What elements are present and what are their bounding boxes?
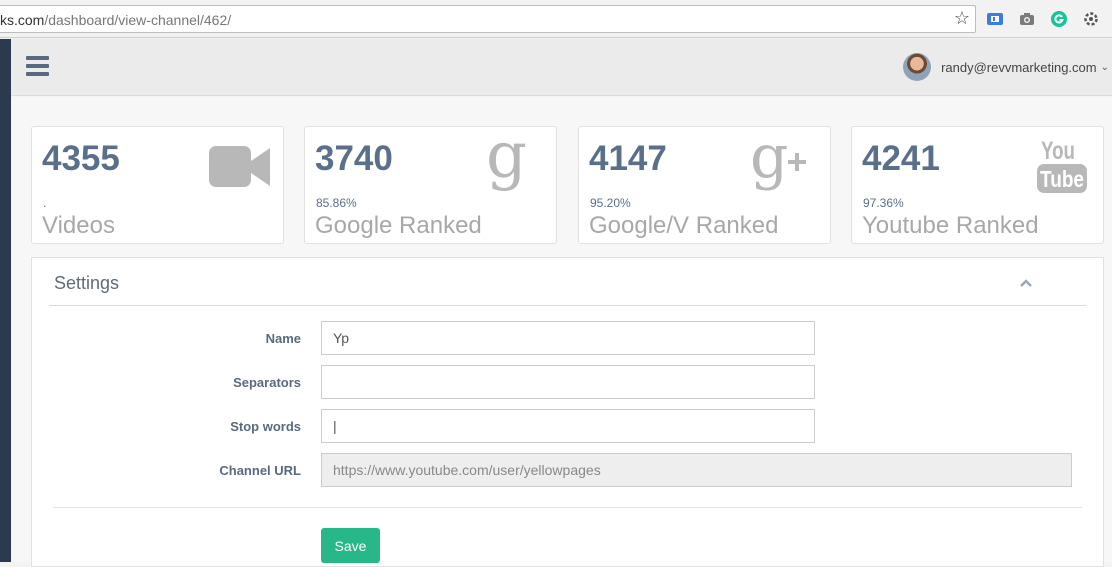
- google-icon: g: [486, 133, 527, 193]
- stat-value: 4355: [42, 139, 120, 178]
- stat-label: Google/V Ranked: [589, 212, 779, 239]
- stop-words-field[interactable]: [321, 409, 815, 443]
- grammarly-icon[interactable]: [1050, 10, 1068, 28]
- settings-panel: Settings Name Separators Stop words Chan…: [31, 257, 1104, 567]
- settings-extension-icon[interactable]: [1082, 10, 1100, 28]
- stat-value: 3740: [315, 139, 393, 178]
- stat-value: 4241: [862, 139, 940, 178]
- channel-url-field: [321, 453, 1072, 487]
- stat-card-videos: 4355 . Videos: [31, 126, 284, 244]
- camera-icon[interactable]: [1018, 10, 1036, 28]
- stat-label: Youtube Ranked: [862, 212, 1039, 239]
- app-header: randy@revvmarketing.com ⌄: [11, 39, 1112, 96]
- save-button[interactable]: Save: [321, 528, 380, 563]
- panel-title: Settings: [54, 273, 120, 293]
- url-text[interactable]: ks.com/dashboard/view-channel/462/: [0, 12, 231, 28]
- main-content: 4355 . Videos 3740 85.86% Google Ranked …: [11, 97, 1112, 567]
- reader-extension-icon[interactable]: [986, 10, 1004, 28]
- separators-label: Separators: [233, 375, 301, 390]
- video-camera-icon: [209, 146, 270, 187]
- stat-card-google-v: 4147 95.20% Google/V Ranked g: [578, 126, 831, 244]
- url-path: /dashboard/view-channel/462/: [44, 12, 232, 28]
- stat-percent: 85.86%: [316, 196, 357, 210]
- url-domain: ks.com: [0, 12, 45, 28]
- stat-percent: 95.20%: [590, 196, 631, 210]
- svg-text:g: g: [486, 133, 527, 193]
- user-email[interactable]: randy@revvmarketing.com: [941, 60, 1097, 75]
- stop-words-label: Stop words: [230, 419, 301, 434]
- divider: [49, 305, 1086, 306]
- stat-card-google: 3740 85.86% Google Ranked g: [304, 126, 557, 244]
- user-menu[interactable]: randy@revvmarketing.com ⌄: [903, 53, 1109, 81]
- stat-card-youtube: 4241 97.36% Youtube Ranked You Tube: [851, 126, 1104, 244]
- stat-label: Google Ranked: [315, 212, 482, 239]
- name-field[interactable]: [321, 321, 815, 355]
- avatar[interactable]: [903, 53, 932, 81]
- stat-percent: 97.36%: [863, 196, 904, 210]
- hamburger-icon[interactable]: [26, 56, 49, 76]
- name-label: Name: [265, 331, 301, 346]
- stat-value: 4147: [589, 139, 667, 178]
- stat-percent: .: [43, 196, 47, 210]
- svg-text:Tube: Tube: [1040, 166, 1084, 192]
- star-icon[interactable]: ☆: [954, 8, 970, 29]
- google-plus-icon: g: [750, 133, 806, 192]
- stat-label: Videos: [42, 212, 115, 239]
- divider: [53, 507, 1082, 508]
- separators-field[interactable]: [321, 365, 815, 399]
- channel-url-label: Channel URL: [219, 463, 301, 478]
- youtube-icon: You Tube: [1037, 137, 1087, 193]
- svg-text:g: g: [750, 133, 788, 192]
- address-bar[interactable]: ks.com/dashboard/view-channel/462/ ☆: [0, 5, 976, 33]
- chevron-down-icon[interactable]: ⌄: [1101, 62, 1109, 73]
- chevron-up-icon[interactable]: [1019, 276, 1033, 290]
- sidebar-rail: [0, 39, 11, 562]
- browser-toolbar: ks.com/dashboard/view-channel/462/ ☆: [0, 0, 1112, 38]
- svg-text:You: You: [1041, 137, 1075, 165]
